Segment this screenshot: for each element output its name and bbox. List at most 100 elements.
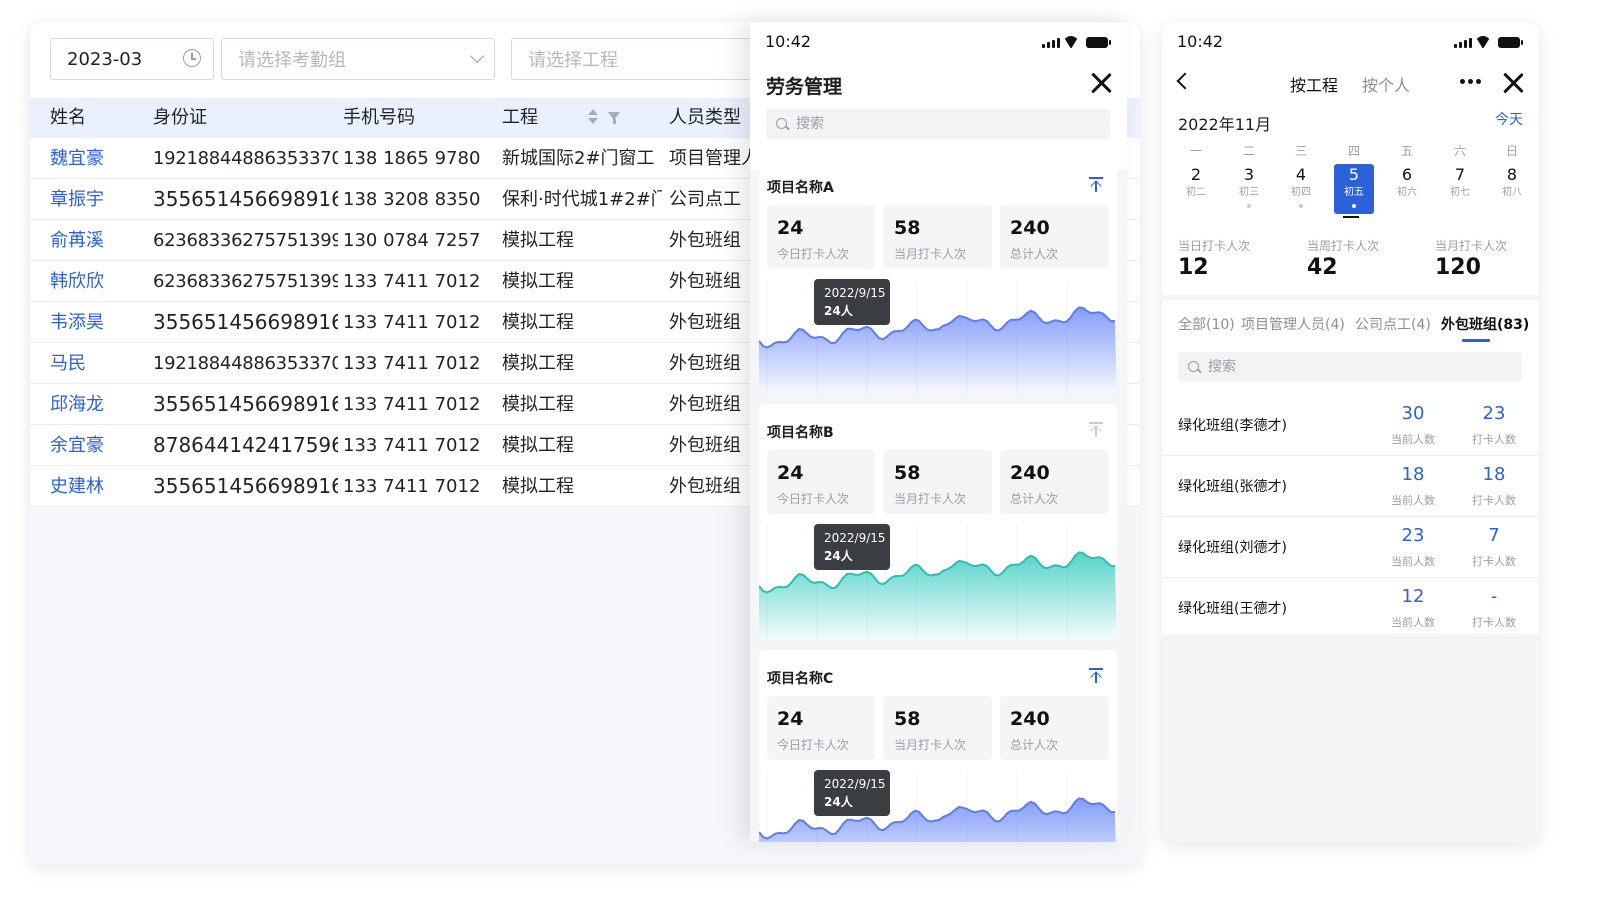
team-name: 绿化班组(李德才) bbox=[1178, 418, 1287, 434]
filter-tab[interactable]: 外包班组(83) bbox=[1441, 314, 1529, 334]
chart-area bbox=[759, 552, 1117, 639]
project-card[interactable]: 项目名称A 24 今日打卡人次 58 当月打卡人次 240 总计人次 2022/9/15 24人 bbox=[759, 159, 1117, 394]
cell-id-number: 355651456698916 bbox=[153, 474, 338, 498]
stat-label: 总计人次 bbox=[1010, 738, 1059, 752]
calendar-day[interactable]: 6 初六 bbox=[1387, 164, 1427, 214]
current-count: 12 bbox=[1401, 586, 1425, 607]
sort-desc-icon[interactable] bbox=[588, 118, 598, 124]
stat-label: 当月打卡人次 bbox=[894, 738, 967, 752]
search-input[interactable]: 搜索 bbox=[766, 109, 1110, 139]
current-count-label: 当前人数 bbox=[1391, 433, 1435, 446]
weekday-label: 六 bbox=[1453, 144, 1466, 158]
project-name: 项目名称C bbox=[767, 671, 834, 687]
lunar-day: 初三 bbox=[1239, 187, 1259, 198]
close-icon[interactable] bbox=[1090, 72, 1112, 94]
month-picker[interactable]: 2023-03 bbox=[50, 38, 214, 80]
project-card[interactable]: 项目名称B 24 今日打卡人次 58 当月打卡人次 240 总计人次 2022/9/15 24人 bbox=[759, 404, 1117, 639]
chart-tooltip: 2022/9/15 24人 bbox=[814, 279, 890, 325]
cell-project: 保利·时代城1#2#门 bbox=[502, 189, 662, 210]
cell-name[interactable]: 韩欣欣 bbox=[50, 261, 145, 302]
tab-by-project[interactable]: 按工程 bbox=[1290, 72, 1338, 96]
chart-area bbox=[759, 307, 1117, 394]
clock-in-count-label: 打卡人数 bbox=[1472, 616, 1516, 629]
stat-label: 总计人次 bbox=[1010, 247, 1059, 261]
sort-filter-controls[interactable] bbox=[588, 106, 624, 130]
signal-icon bbox=[1454, 38, 1472, 48]
filter-tab[interactable]: 项目管理人员(4) bbox=[1241, 314, 1345, 334]
filter-tab[interactable]: 公司点工(4) bbox=[1355, 314, 1431, 334]
team-row[interactable]: 绿化班组(张德才) 18 当前人数 18 打卡人数 bbox=[1162, 456, 1539, 517]
stat-label: 总计人次 bbox=[1010, 492, 1059, 506]
day-number: 3 bbox=[1243, 165, 1255, 184]
stat-tile: 24 今日打卡人次 bbox=[767, 696, 875, 760]
tooltip-value: 24人 bbox=[824, 549, 853, 563]
stat-value: 58 bbox=[894, 708, 921, 730]
cell-phone: 138 1865 9780 bbox=[343, 148, 481, 169]
project-select[interactable]: 请选择工程 bbox=[511, 38, 771, 80]
page-title: 劳务管理 bbox=[766, 76, 843, 98]
back-icon[interactable] bbox=[1176, 72, 1194, 90]
trend-chart[interactable]: 2022/9/15 24人 bbox=[759, 762, 1117, 842]
stat-value: 240 bbox=[1010, 217, 1050, 239]
cell-name[interactable]: 俞苒溪 bbox=[50, 220, 145, 261]
team-row[interactable]: 绿化班组(王德才) 12 当前人数 - 打卡人数 bbox=[1162, 578, 1539, 639]
cell-project: 模拟工程 bbox=[502, 230, 574, 251]
attendance-group-select[interactable]: 请选择考勤组 bbox=[221, 38, 495, 80]
cell-id-number: 62368336275751399 bbox=[153, 230, 338, 251]
battery-icon bbox=[1498, 37, 1523, 48]
col-phone: 手机号码 bbox=[343, 107, 415, 128]
cell-name[interactable]: 余宜豪 bbox=[50, 425, 145, 466]
close-icon[interactable] bbox=[1502, 72, 1524, 94]
project-placeholder: 请选择工程 bbox=[528, 50, 618, 71]
sort-asc-icon[interactable] bbox=[588, 109, 598, 115]
team-list-section: 全部(10) 项目管理人员(4) 公司点工(4) 外包班组(83) 搜索 绿化班组(李… bbox=[1162, 300, 1539, 639]
clock-in-count-label: 打卡人数 bbox=[1472, 555, 1516, 568]
active-tab-underline bbox=[1462, 339, 1490, 342]
search-icon bbox=[1188, 361, 1199, 372]
calendar-day[interactable]: 5 初五 bbox=[1334, 164, 1374, 214]
stat-label: 当月打卡人次 bbox=[894, 247, 967, 261]
day-number: 7 bbox=[1454, 165, 1466, 184]
cell-project: 模拟工程 bbox=[502, 353, 574, 374]
cell-id-number: 878644142417596 bbox=[153, 433, 338, 457]
stat-tile: 24 今日打卡人次 bbox=[767, 205, 875, 269]
cell-phone: 133 7411 7012 bbox=[343, 476, 481, 497]
team-row[interactable]: 绿化班组(李德才) 30 当前人数 23 打卡人数 bbox=[1162, 395, 1539, 456]
trend-chart[interactable]: 2022/9/15 24人 bbox=[759, 516, 1117, 639]
calendar-day[interactable]: 3 初三 bbox=[1229, 164, 1269, 214]
filter-tab[interactable]: 全部(10) bbox=[1178, 314, 1235, 334]
has-record-dot bbox=[1352, 204, 1356, 208]
has-record-dot bbox=[1247, 204, 1251, 208]
cell-name[interactable]: 魏宜豪 bbox=[50, 138, 145, 179]
tooltip-date: 2022/9/15 bbox=[824, 286, 886, 300]
current-count-label: 当前人数 bbox=[1391, 494, 1435, 507]
trend-chart[interactable]: 2022/9/15 24人 bbox=[759, 271, 1117, 394]
stat-tile: 58 当月打卡人次 bbox=[884, 696, 992, 760]
weekday-label: 五 bbox=[1400, 144, 1413, 158]
tab-by-person[interactable]: 按个人 bbox=[1362, 72, 1410, 96]
tooltip-date: 2022/9/15 bbox=[824, 777, 886, 791]
today-button[interactable]: 今天 bbox=[1495, 109, 1523, 129]
project-card[interactable]: 项目名称C 24 今日打卡人次 58 当月打卡人次 240 总计人次 2022/9/15 24人 bbox=[759, 650, 1117, 842]
status-time: 10:42 bbox=[765, 32, 812, 51]
team-search-input[interactable]: 搜索 bbox=[1178, 352, 1522, 382]
calendar-day[interactable]: 4 初四 bbox=[1281, 164, 1321, 214]
clock-in-count: 18 bbox=[1482, 464, 1506, 485]
has-record-dot bbox=[1299, 204, 1303, 208]
cell-name[interactable]: 邱海龙 bbox=[50, 384, 145, 425]
team-row[interactable]: 绿化班组(刘德才) 23 当前人数 7 打卡人数 bbox=[1162, 517, 1539, 578]
calendar-day[interactable]: 8 初八 bbox=[1492, 164, 1532, 214]
calendar-day[interactable]: 7 初七 bbox=[1440, 164, 1480, 214]
cell-name[interactable]: 马民 bbox=[50, 343, 145, 384]
cell-name[interactable]: 史建林 bbox=[50, 466, 145, 507]
tooltip-value: 24人 bbox=[824, 304, 853, 318]
cell-name[interactable]: 章振宇 bbox=[50, 179, 145, 220]
pin-stem bbox=[1095, 426, 1097, 437]
more-icon[interactable] bbox=[1460, 79, 1482, 84]
selected-day-indicator bbox=[1343, 216, 1359, 218]
stat-value: 240 bbox=[1010, 462, 1050, 484]
calendar-day[interactable]: 2 初二 bbox=[1176, 164, 1216, 214]
cell-id-number: 355651456698916 bbox=[153, 392, 338, 416]
cell-name[interactable]: 韦添昊 bbox=[50, 302, 145, 343]
filter-icon[interactable] bbox=[608, 112, 620, 124]
